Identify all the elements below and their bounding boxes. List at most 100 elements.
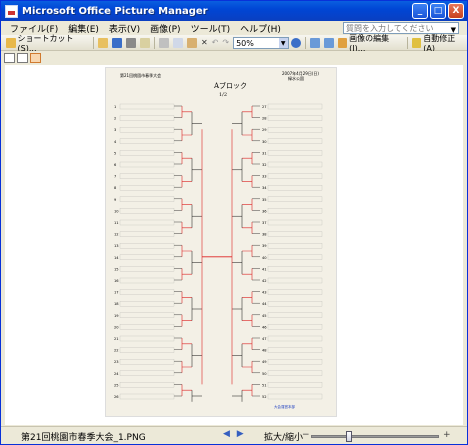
bracket-line bbox=[232, 297, 243, 321]
entry-name-box bbox=[119, 289, 175, 295]
zoom-slider[interactable] bbox=[311, 431, 439, 442]
bracket-line bbox=[242, 222, 253, 234]
email-button[interactable] bbox=[138, 36, 152, 49]
entry-number: 27 bbox=[262, 105, 267, 109]
bracket-entry-left: 23 bbox=[114, 359, 175, 365]
entry-name-box bbox=[119, 359, 175, 365]
toolbar-separator bbox=[93, 36, 95, 49]
entry-name-box bbox=[267, 335, 323, 342]
right-entries: 27 28 29 30 31 32 33 34 35 36 37 38 39 40 41 42 43 44 45 46… bbox=[262, 103, 323, 400]
bracket-entry-right: 50 bbox=[262, 370, 323, 376]
shortcuts-button[interactable]: ショートカット(S)... bbox=[4, 34, 91, 53]
bracket-line bbox=[191, 204, 202, 228]
entry-name-box bbox=[267, 289, 323, 295]
bracket-entry-right: 30 bbox=[262, 138, 323, 144]
help-button[interactable] bbox=[289, 36, 303, 49]
bracket-line bbox=[242, 198, 253, 211]
bracket-entry-left: 11 bbox=[114, 219, 175, 226]
menu-help[interactable]: ヘルプ(H) bbox=[235, 22, 286, 35]
delete-button[interactable]: ✕ bbox=[199, 36, 210, 49]
print-button[interactable] bbox=[124, 36, 138, 49]
edit-picture-label: 画像の編集(I)... bbox=[349, 33, 390, 53]
chevron-down-icon[interactable]: ▼ bbox=[278, 37, 288, 48]
entry-name-box bbox=[119, 138, 175, 144]
add-picture-shortcut-button[interactable] bbox=[96, 36, 110, 49]
bracket-line bbox=[181, 152, 192, 164]
entry-number: 25 bbox=[114, 383, 119, 387]
bracket-line bbox=[242, 361, 253, 373]
entry-number: 39 bbox=[262, 244, 267, 248]
previous-picture-icon[interactable]: ◀ bbox=[223, 429, 230, 439]
next-picture-icon[interactable]: ▶ bbox=[237, 429, 244, 439]
bracket-line bbox=[232, 390, 243, 402]
single-picture-view-button[interactable] bbox=[30, 53, 41, 63]
close-button[interactable]: X bbox=[448, 3, 464, 19]
bracket-line bbox=[181, 338, 192, 350]
bracket-line bbox=[181, 291, 192, 304]
entry-name-box bbox=[119, 115, 175, 121]
bracket-line bbox=[191, 297, 202, 321]
zoom-slider-thumb[interactable] bbox=[346, 431, 353, 442]
redo-button[interactable]: ↷ bbox=[220, 36, 231, 49]
bracket-entry-right: 46 bbox=[262, 324, 323, 330]
thumbnail-view-button[interactable] bbox=[4, 53, 15, 63]
zoom-select[interactable]: 50% ▼ bbox=[233, 36, 289, 49]
entry-number: 5 bbox=[114, 151, 116, 155]
entry-name-box bbox=[119, 185, 175, 191]
entry-number: 51 bbox=[262, 383, 267, 387]
entry-number: 38 bbox=[262, 233, 267, 237]
entry-number: 37 bbox=[262, 221, 267, 225]
paste-button[interactable] bbox=[185, 36, 199, 49]
save-button[interactable] bbox=[110, 36, 124, 49]
entry-number: 7 bbox=[114, 175, 116, 179]
entry-name-box bbox=[267, 243, 323, 249]
tournament-bracket-image: 第21回桃園市春季大会 2007年4月29日(日) 緑水公園 Aブロック 1/2… bbox=[105, 67, 337, 417]
bracket-entry-left: 4 bbox=[114, 138, 175, 144]
bracket-entry-left: 24 bbox=[114, 370, 175, 376]
bracket-entry-left: 22 bbox=[114, 347, 175, 353]
entry-name-box bbox=[119, 103, 175, 110]
bracket-line bbox=[242, 291, 253, 304]
delete-icon: ✕ bbox=[200, 38, 208, 47]
status-navigation: ◀ ▶ bbox=[223, 429, 244, 439]
entry-number: 4 bbox=[114, 140, 117, 144]
document-header-venue: 緑水公園 bbox=[288, 75, 304, 81]
title-bar: Microsoft Office Picture Manager _ □ X bbox=[1, 1, 467, 21]
bracket-line bbox=[242, 268, 253, 280]
zoom-out-icon[interactable]: − bbox=[302, 430, 310, 440]
menu-tools[interactable]: ツール(T) bbox=[186, 22, 236, 35]
zoom-in-icon[interactable]: + bbox=[443, 430, 451, 440]
entry-number: 11 bbox=[114, 221, 119, 225]
filmstrip-view-button[interactable] bbox=[17, 53, 28, 63]
auto-correct-button[interactable]: 自動修正(A) bbox=[410, 34, 467, 53]
entry-name-box bbox=[119, 335, 175, 342]
bracket-entry-left: 2 bbox=[114, 115, 175, 121]
entry-number: 43 bbox=[262, 291, 267, 295]
left-entries: 1234567891011121314151617181920212223242… bbox=[114, 103, 175, 400]
bracket-line bbox=[232, 251, 243, 275]
entry-name-box bbox=[267, 254, 323, 260]
bracket-entry-right: 39 bbox=[262, 243, 323, 249]
maximize-button[interactable]: □ bbox=[430, 3, 446, 19]
bracket-entry-right: 35 bbox=[262, 196, 323, 202]
block-title: Aブロック bbox=[213, 81, 247, 90]
menu-view[interactable]: 表示(V) bbox=[104, 22, 145, 35]
bracket-entry-left: 3 bbox=[114, 127, 175, 133]
undo-button[interactable]: ↶ bbox=[210, 36, 221, 49]
minimize-button[interactable]: _ bbox=[412, 3, 428, 19]
entry-number: 9 bbox=[114, 198, 117, 202]
bracket-entry-right: 34 bbox=[262, 185, 323, 191]
entry-number: 40 bbox=[262, 256, 267, 260]
entry-name-box bbox=[119, 254, 175, 260]
redo-icon: ↷ bbox=[222, 38, 230, 47]
rotate-right-button[interactable] bbox=[322, 36, 336, 49]
copy-button[interactable] bbox=[171, 36, 185, 49]
bracket-entry-right: 45 bbox=[262, 312, 323, 318]
bracket-line bbox=[242, 106, 253, 118]
edit-picture-button[interactable]: 画像の編集(I)... bbox=[336, 34, 405, 53]
menu-picture[interactable]: 画像(P) bbox=[145, 22, 185, 35]
cut-button[interactable] bbox=[157, 36, 171, 49]
rotate-left-button[interactable] bbox=[308, 36, 322, 49]
bracket-entry-right: 44 bbox=[262, 301, 323, 307]
entry-number: 32 bbox=[262, 163, 267, 167]
